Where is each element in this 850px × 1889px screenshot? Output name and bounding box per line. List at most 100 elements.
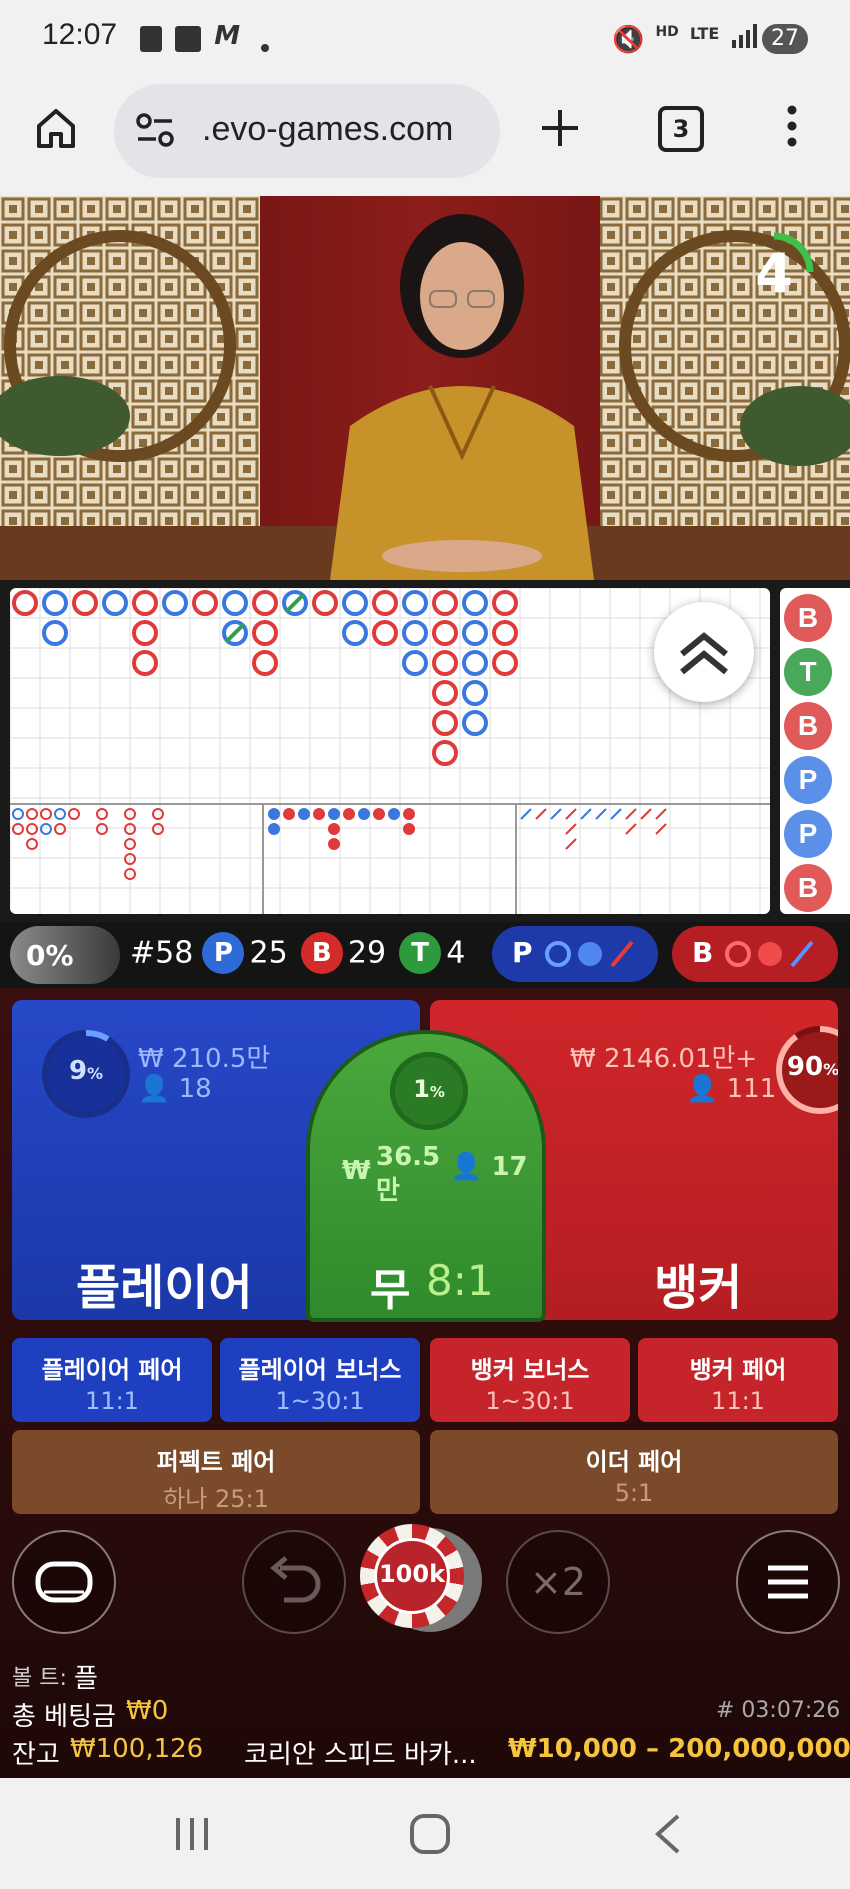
address-bar[interactable]: .evo-games.com — [114, 84, 500, 178]
mute-icon: 🔇 — [612, 25, 645, 55]
chat-button[interactable] — [12, 1530, 116, 1634]
live-video-feed: 4 — [0, 196, 850, 580]
tie-bettor-count: 17 — [491, 1152, 528, 1182]
result-badge: P — [784, 756, 832, 804]
banker-pair-label: 뱅커 페어 — [689, 1356, 787, 1384]
road-marker — [12, 590, 38, 616]
banker-predict-button[interactable]: B — [672, 926, 838, 982]
derived-marker — [26, 838, 38, 850]
derived-marker — [283, 808, 295, 820]
road-marker — [342, 590, 368, 616]
percent-toggle[interactable]: 0% — [10, 926, 120, 984]
derived-marker — [26, 808, 38, 820]
player-predict-button[interactable]: P — [492, 926, 658, 982]
status-time: 12:07 — [42, 18, 118, 51]
new-tab-icon[interactable] — [540, 108, 580, 152]
person-icon: 👤 — [450, 1152, 483, 1182]
banker-percent-unit: % — [823, 1060, 838, 1079]
player-percent-unit: % — [87, 1064, 104, 1083]
countdown-number: 4 — [755, 242, 793, 305]
road-marker — [162, 590, 188, 616]
banker-bonus-label: 뱅커 보너스 — [470, 1356, 590, 1384]
tie-bet-spot[interactable]: 1% ₩ 36.5 만 👤 17 무 8:1 — [306, 1030, 546, 1322]
chip-icon: 100k — [360, 1524, 464, 1628]
road-marker — [312, 590, 338, 616]
derived-marker — [96, 808, 108, 820]
player-percent-ring: 9% — [42, 1030, 130, 1118]
banker-bonus-bet[interactable]: 뱅커 보너스 1~30:1 — [430, 1338, 630, 1422]
person-icon: 👤 — [138, 1074, 171, 1104]
undo-icon — [270, 1556, 321, 1603]
road-marker — [432, 590, 458, 616]
home-icon[interactable] — [34, 106, 78, 154]
derived-slash — [550, 808, 562, 820]
derived-slash — [535, 808, 547, 820]
banker-bonus-odds: 1~30:1 — [485, 1387, 575, 1415]
tie-bettor-count-wrap: 👤 17 — [450, 1152, 528, 1182]
player-bonus-odds: 1~30:1 — [275, 1387, 365, 1415]
player-bettor-count: 18 — [178, 1074, 212, 1104]
game-name: 코리안 스피드 바카... — [244, 1740, 477, 1770]
banker-pair-bet[interactable]: 뱅커 페어 11:1 — [638, 1338, 838, 1422]
chip-selector[interactable]: 100k — [358, 1524, 490, 1636]
menu-button[interactable] — [736, 1530, 840, 1634]
road-marker — [372, 590, 398, 616]
round-number: #58 — [130, 935, 194, 971]
player-title: 플레이어 — [76, 1260, 253, 1316]
system-icons: 🔇 HD LTE — [612, 24, 758, 55]
derived-slash — [625, 808, 637, 820]
tie-amount-unit: 만 — [376, 1176, 400, 1206]
derived-marker — [313, 808, 325, 820]
tie-title: 무 — [370, 1265, 411, 1316]
double-button[interactable]: ×2 — [506, 1530, 610, 1634]
road-marker — [102, 590, 128, 616]
result-badge: B — [784, 594, 832, 642]
expand-roadmap-button[interactable] — [654, 602, 754, 702]
app-b-icon — [140, 26, 162, 52]
road-marker — [402, 590, 428, 616]
player-pair-label: 플레이어 페어 — [41, 1356, 183, 1384]
road-marker — [402, 620, 428, 646]
perfect-pair-bet[interactable]: 퍼펙트 페어 하나 25:1 — [12, 1430, 420, 1514]
player-bonus-bet[interactable]: 플레이어 보너스 1~30:1 — [220, 1338, 420, 1422]
round-stats: #58 P 25 B 29 T 4 — [130, 932, 465, 974]
recents-icon[interactable] — [172, 1814, 212, 1858]
road-marker — [42, 620, 68, 646]
derived-marker — [54, 808, 66, 820]
derived-marker — [26, 823, 38, 835]
countdown-timer: 4 — [732, 230, 816, 314]
home-button-icon[interactable] — [408, 1812, 452, 1860]
derived-marker — [96, 823, 108, 835]
tie-slash — [284, 592, 306, 614]
either-pair-bet[interactable]: 이더 페어 5:1 — [430, 1430, 838, 1514]
bolt-value: 플 — [74, 1664, 98, 1694]
derived-slash — [520, 808, 532, 820]
road-marker — [132, 590, 158, 616]
total-bet-value: ₩0 — [126, 1696, 169, 1726]
roadmap-scoreboard: BTBPPB — [0, 580, 850, 922]
either-pair-label: 이더 페어 — [585, 1448, 683, 1476]
player-pair-bet[interactable]: 플레이어 페어 11:1 — [12, 1338, 212, 1422]
road-marker — [252, 650, 278, 676]
tie-percent: 1 — [413, 1075, 430, 1103]
derived-marker — [152, 823, 164, 835]
site-settings-icon[interactable] — [136, 112, 174, 152]
predict-shapes-icon — [545, 940, 634, 968]
derived-marker — [268, 808, 280, 820]
player-dot: P — [202, 932, 245, 974]
more-menu-icon[interactable] — [784, 104, 800, 152]
tab-switcher-button[interactable]: 3 — [658, 106, 704, 152]
road-marker — [462, 680, 488, 706]
banker-dot: B — [300, 932, 343, 974]
player-percent: 9 — [68, 1056, 88, 1086]
derived-marker — [403, 808, 415, 820]
derived-marker — [40, 808, 52, 820]
derived-marker — [328, 823, 340, 835]
more-dot-icon — [261, 43, 270, 52]
back-icon[interactable] — [650, 1812, 686, 1860]
status-bar: 12:07 M 🔇 HD LTE 27 — [0, 0, 850, 76]
road-marker — [432, 650, 458, 676]
perfect-pair-odds: 하나 25:1 — [163, 1485, 269, 1513]
undo-button[interactable] — [242, 1530, 346, 1634]
derived-slash — [610, 808, 622, 820]
